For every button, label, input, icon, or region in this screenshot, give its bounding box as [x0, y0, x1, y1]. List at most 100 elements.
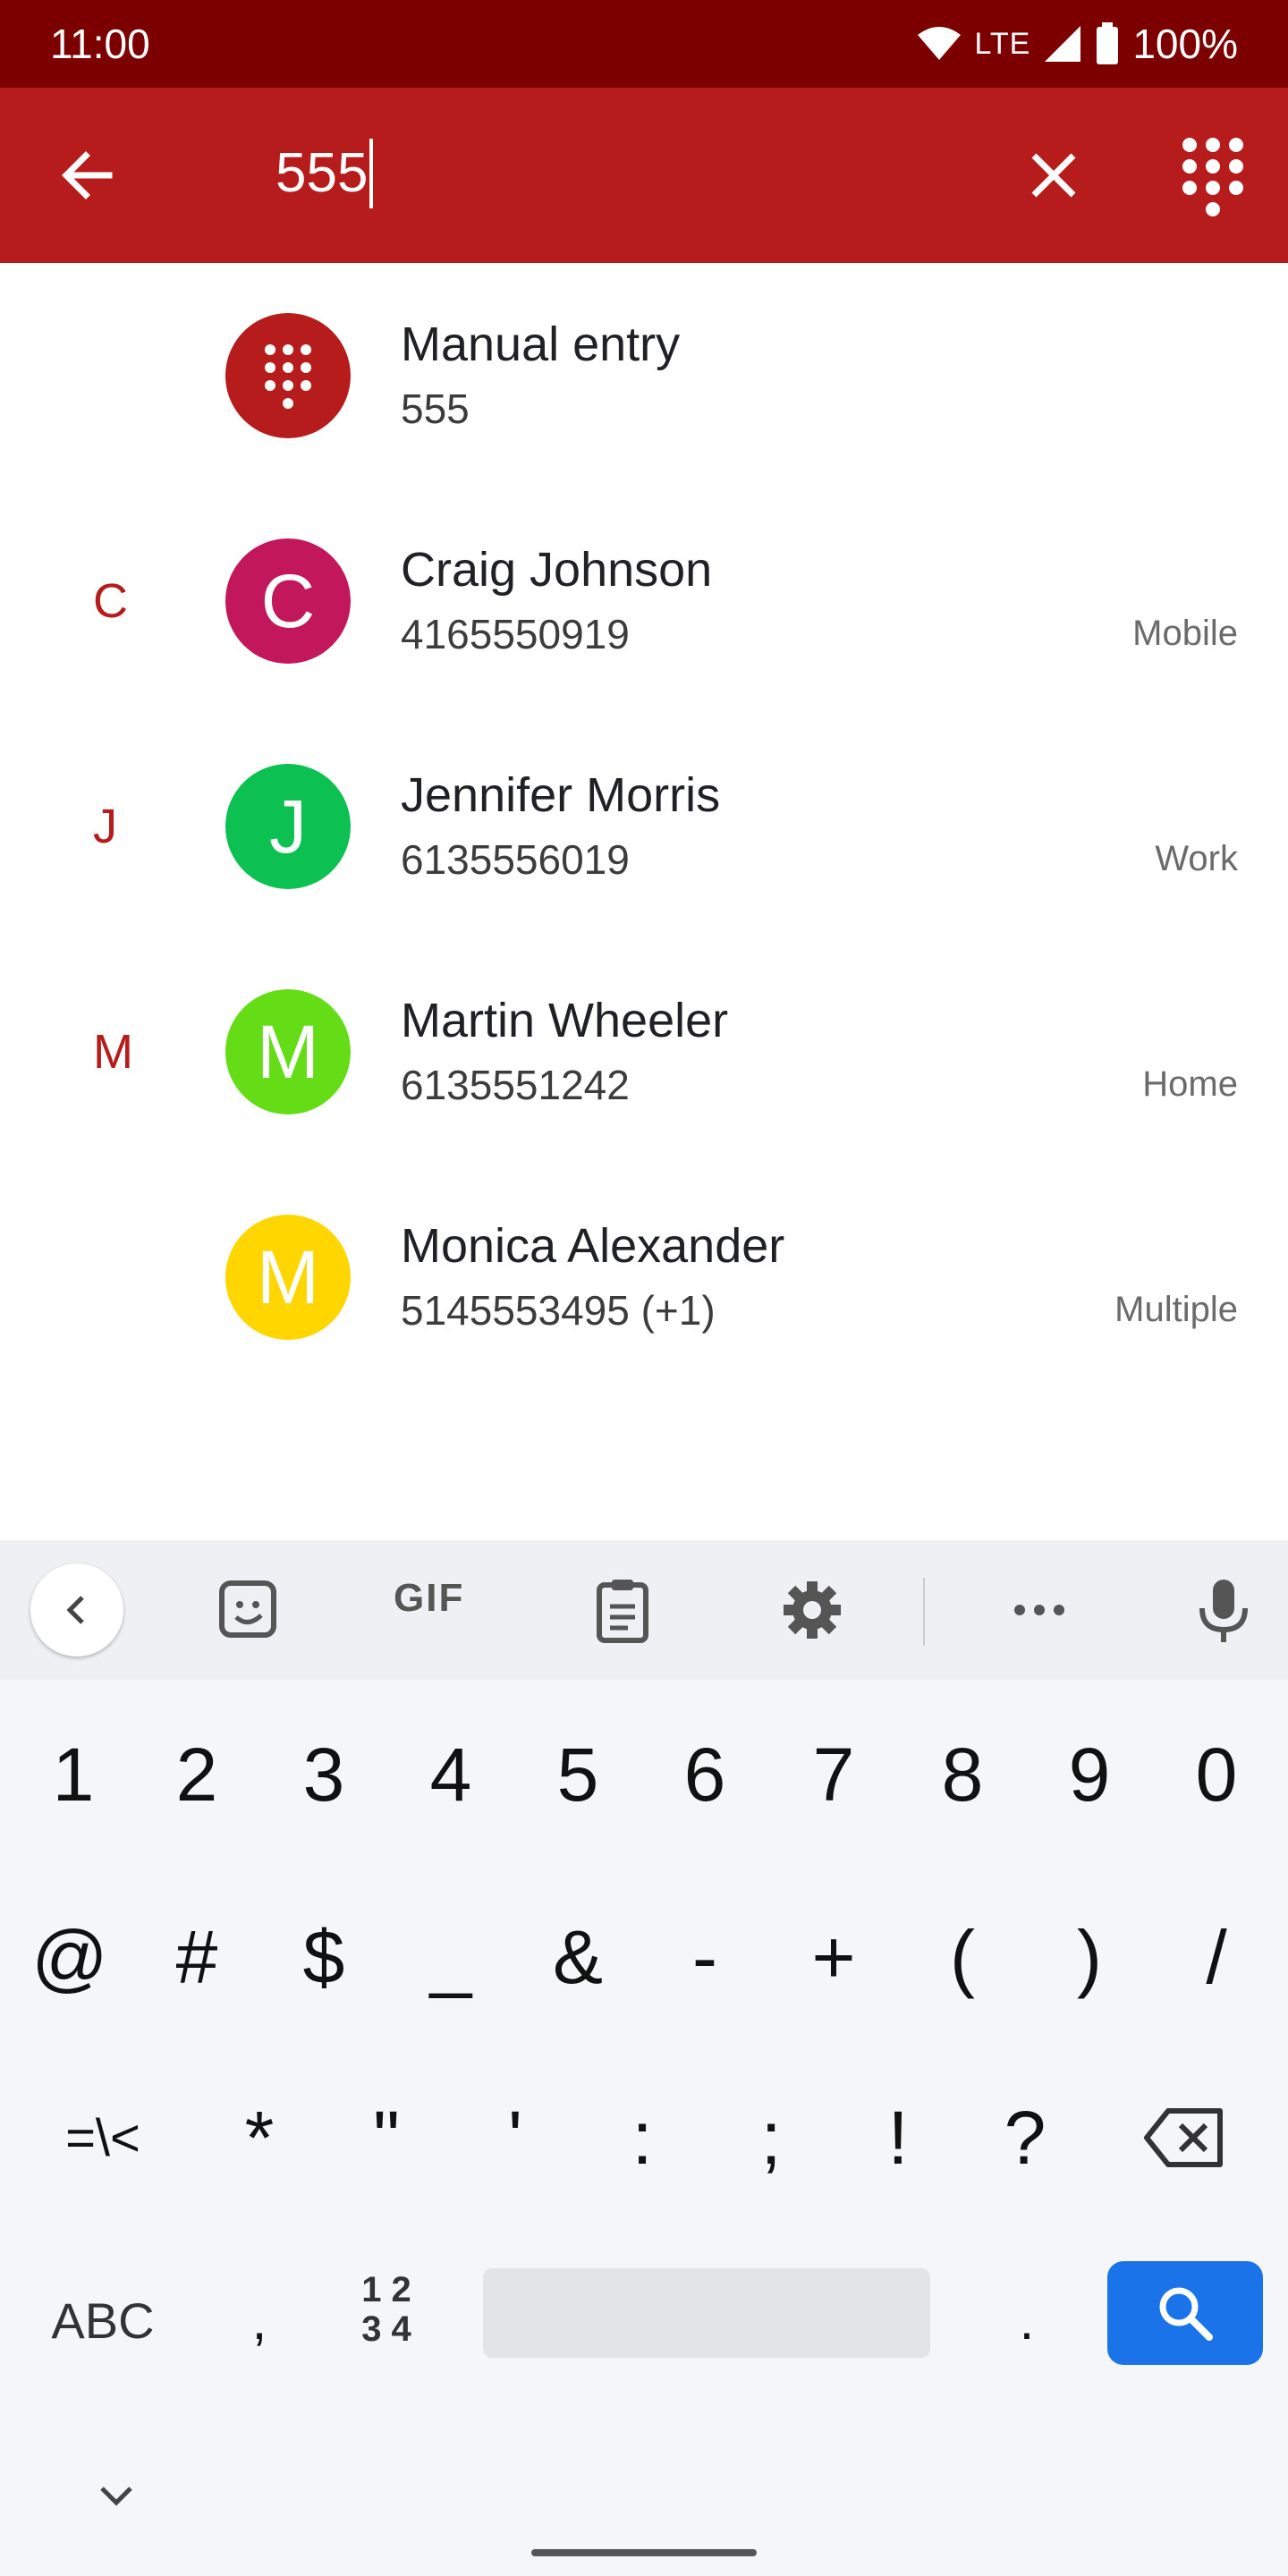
contact-name: Monica Alexander	[401, 1219, 785, 1273]
period-key[interactable]: .	[962, 2231, 1091, 2410]
gif-button[interactable]: GIF	[394, 1576, 464, 1621]
contact-name: Jennifer Morris	[401, 768, 721, 822]
dialpad-icon	[265, 344, 311, 409]
comma-key[interactable]: ,	[195, 2231, 324, 2410]
clipboard-icon[interactable]	[587, 1574, 658, 1646]
gear-icon[interactable]	[776, 1574, 848, 1646]
contact-avatar: C	[225, 538, 351, 664]
toolbar-collapse-button[interactable]	[30, 1563, 123, 1657]
network-label: LTE	[974, 26, 1031, 61]
section-letter: M	[93, 1025, 133, 1079]
search-key[interactable]	[1107, 2261, 1263, 2365]
chevron-down-icon[interactable]	[89, 2478, 143, 2513]
contact-row[interactable]: J J Jennifer Morris 6135556019 Work	[0, 714, 1288, 939]
signal-icon	[1045, 26, 1081, 62]
keyboard-row-bottom: ABC , 1 2 3 4 .	[0, 2231, 1288, 2410]
key[interactable]: -	[640, 1868, 769, 2046]
numpad-key[interactable]: 1 2 3 4	[351, 2270, 422, 2360]
gesture-home-bar[interactable]	[531, 2549, 757, 2556]
toolbar-divider	[923, 1578, 925, 1646]
clear-search-icon[interactable]	[1018, 140, 1089, 211]
key[interactable]: @	[5, 1868, 134, 2046]
key[interactable]: '	[451, 2048, 580, 2227]
key[interactable]: ?	[961, 2048, 1089, 2227]
avatar-letter: J	[269, 784, 307, 869]
key[interactable]: 7	[769, 1685, 898, 1864]
key[interactable]: 6	[640, 1685, 769, 1864]
keyboard-toolbar: GIF	[0, 1540, 1288, 1680]
battery-percent: 100%	[1132, 21, 1238, 67]
key[interactable]: 4	[386, 1685, 515, 1864]
key[interactable]: #	[132, 1868, 261, 2046]
key[interactable]: ;	[707, 2048, 835, 2227]
status-bar: 11:00 LTE 100%	[0, 0, 1288, 88]
contact-name: Craig Johnson	[401, 543, 713, 597]
key[interactable]: :	[578, 2048, 707, 2227]
avatar-letter: M	[257, 1234, 319, 1319]
key[interactable]: 3	[259, 1685, 388, 1864]
manual-entry-row[interactable]: Manual entry 555	[0, 263, 1288, 488]
text-cursor	[369, 138, 374, 208]
key[interactable]: *	[195, 2048, 324, 2227]
contact-results-list: Manual entry 555 C C Craig Johnson 41655…	[0, 263, 1288, 1390]
key[interactable]: /	[1152, 1868, 1281, 2046]
phone-type-label: Work	[1155, 839, 1238, 878]
search-input[interactable]: 555	[275, 129, 374, 218]
backspace-key[interactable]	[1113, 2048, 1256, 2227]
key[interactable]: (	[898, 1868, 1027, 2046]
contact-number: 4165550919	[401, 611, 630, 657]
key[interactable]: 0	[1152, 1685, 1281, 1864]
keyboard-row-symbols: @ # $ _ & - + ( ) /	[0, 1868, 1288, 2046]
contact-avatar: M	[225, 989, 351, 1114]
key[interactable]: 8	[898, 1685, 1027, 1864]
section-letter: J	[93, 800, 117, 853]
search-query-text: 555	[275, 142, 369, 204]
contact-row[interactable]: M M Martin Wheeler 6135551242 Home	[0, 939, 1288, 1165]
dialpad-icon[interactable]	[1177, 134, 1249, 216]
keyboard-row-punctuation: =\< * " ' : ; ! ?	[0, 2048, 1288, 2227]
keyboard-row-digits: 1 2 3 4 5 6 7 8 9 0	[0, 1685, 1288, 1864]
contact-row[interactable]: C C Craig Johnson 4165550919 Mobile	[0, 488, 1288, 714]
sticker-icon[interactable]	[213, 1574, 284, 1646]
contact-avatar: M	[225, 1215, 351, 1340]
abc-key[interactable]: ABC	[36, 2231, 170, 2410]
more-options-icon[interactable]	[1004, 1574, 1075, 1646]
key[interactable]: +	[769, 1868, 898, 2046]
section-letter: C	[93, 574, 128, 628]
key[interactable]: 1	[9, 1685, 138, 1864]
key[interactable]: !	[834, 2048, 962, 2227]
contact-row[interactable]: M Monica Alexander 5145553495 (+1) Multi…	[0, 1165, 1288, 1390]
key[interactable]: 2	[132, 1685, 261, 1864]
backspace-icon	[1144, 2108, 1223, 2167]
status-icons: LTE 100%	[916, 20, 1238, 68]
contact-name: Manual entry	[401, 318, 681, 371]
key[interactable]: 9	[1025, 1685, 1154, 1864]
avatar-letter: C	[260, 558, 316, 643]
key[interactable]: )	[1025, 1868, 1154, 2046]
microphone-icon[interactable]	[1188, 1574, 1259, 1646]
key[interactable]: 5	[513, 1685, 642, 1864]
contact-name: Martin Wheeler	[401, 994, 729, 1047]
more-symbols-key[interactable]: =\<	[36, 2048, 170, 2227]
wifi-icon	[917, 27, 961, 60]
search-icon	[1159, 2287, 1213, 2341]
dialpad-avatar	[225, 313, 351, 438]
contact-number: 5145553495 (+1)	[401, 1287, 716, 1334]
search-app-bar: 555	[0, 88, 1288, 263]
chevron-left-icon	[66, 1596, 84, 1624]
back-arrow-icon[interactable]	[52, 140, 123, 211]
key[interactable]: $	[259, 1868, 388, 2046]
soft-keyboard: GIF 1 2 3 4 5 6 7 8 9 0 @ # $ _ & - + (…	[0, 1540, 1288, 2576]
avatar-letter: M	[257, 1009, 319, 1094]
contact-number: 555	[401, 386, 470, 432]
numpad-key-bottom: 3 4	[361, 2309, 411, 2349]
key[interactable]: &	[513, 1868, 642, 2046]
space-bar[interactable]	[483, 2268, 930, 2358]
phone-type-label: Mobile	[1132, 614, 1238, 653]
contact-avatar: J	[225, 764, 351, 889]
numpad-key-top: 1 2	[361, 2270, 411, 2309]
key[interactable]: "	[322, 2048, 451, 2227]
key[interactable]: _	[386, 1868, 515, 2046]
contact-number: 6135556019	[401, 836, 630, 883]
contact-number: 6135551242	[401, 1062, 630, 1108]
